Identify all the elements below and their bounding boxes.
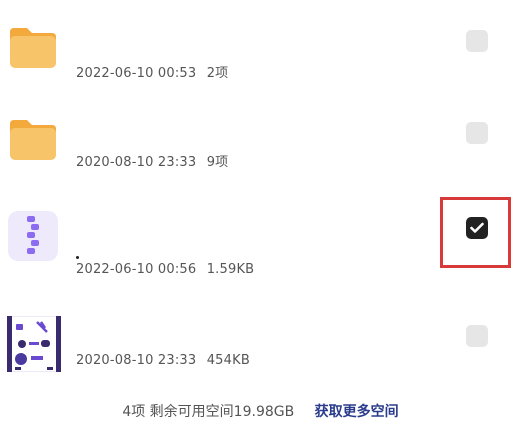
file-size: 9项 — [206, 155, 229, 170]
file-meta: 2022-06-10 00:53 2项 — [76, 62, 228, 81]
file-meta: 2020-08-10 23:33 454KB — [76, 353, 250, 368]
file-date: 2020-08-10 23:33 — [76, 353, 197, 368]
storage-summary: 4项 剩余可用空间19.98GB — [122, 404, 295, 420]
select-checkbox[interactable] — [466, 325, 488, 347]
storage-footer: 4项 剩余可用空间19.98GB 获取更多空间 — [0, 401, 521, 421]
file-row[interactable]: 2020-08-10 23:33 9项 — [0, 100, 521, 200]
folder-icon — [7, 114, 59, 166]
file-size: 2项 — [206, 66, 229, 81]
selection-highlight-box — [440, 197, 511, 268]
file-meta: 2022-06-10 00:56 1.59KB — [76, 262, 254, 277]
get-more-space-link[interactable]: 获取更多空间 — [315, 404, 399, 420]
select-checkbox[interactable] — [466, 122, 488, 144]
file-row[interactable]: 2022-06-10 00:53 2项 — [0, 0, 521, 100]
file-date: 2022-06-10 00:56 — [76, 262, 197, 277]
file-meta: 2020-08-10 23:33 9项 — [76, 151, 228, 170]
file-date: 2022-06-10 00:53 — [76, 66, 197, 81]
file-size: 1.59KB — [206, 262, 255, 277]
select-checkbox[interactable] — [466, 30, 488, 52]
file-date: 2020-08-10 23:33 — [76, 155, 197, 170]
file-row[interactable]: 2020-08-10 23:33 454KB — [0, 300, 521, 400]
file-size: 454KB — [206, 353, 250, 368]
zip-file-icon — [7, 210, 59, 262]
decorative-dot — [76, 256, 79, 259]
image-thumbnail-icon — [6, 315, 62, 373]
folder-icon — [7, 22, 59, 74]
